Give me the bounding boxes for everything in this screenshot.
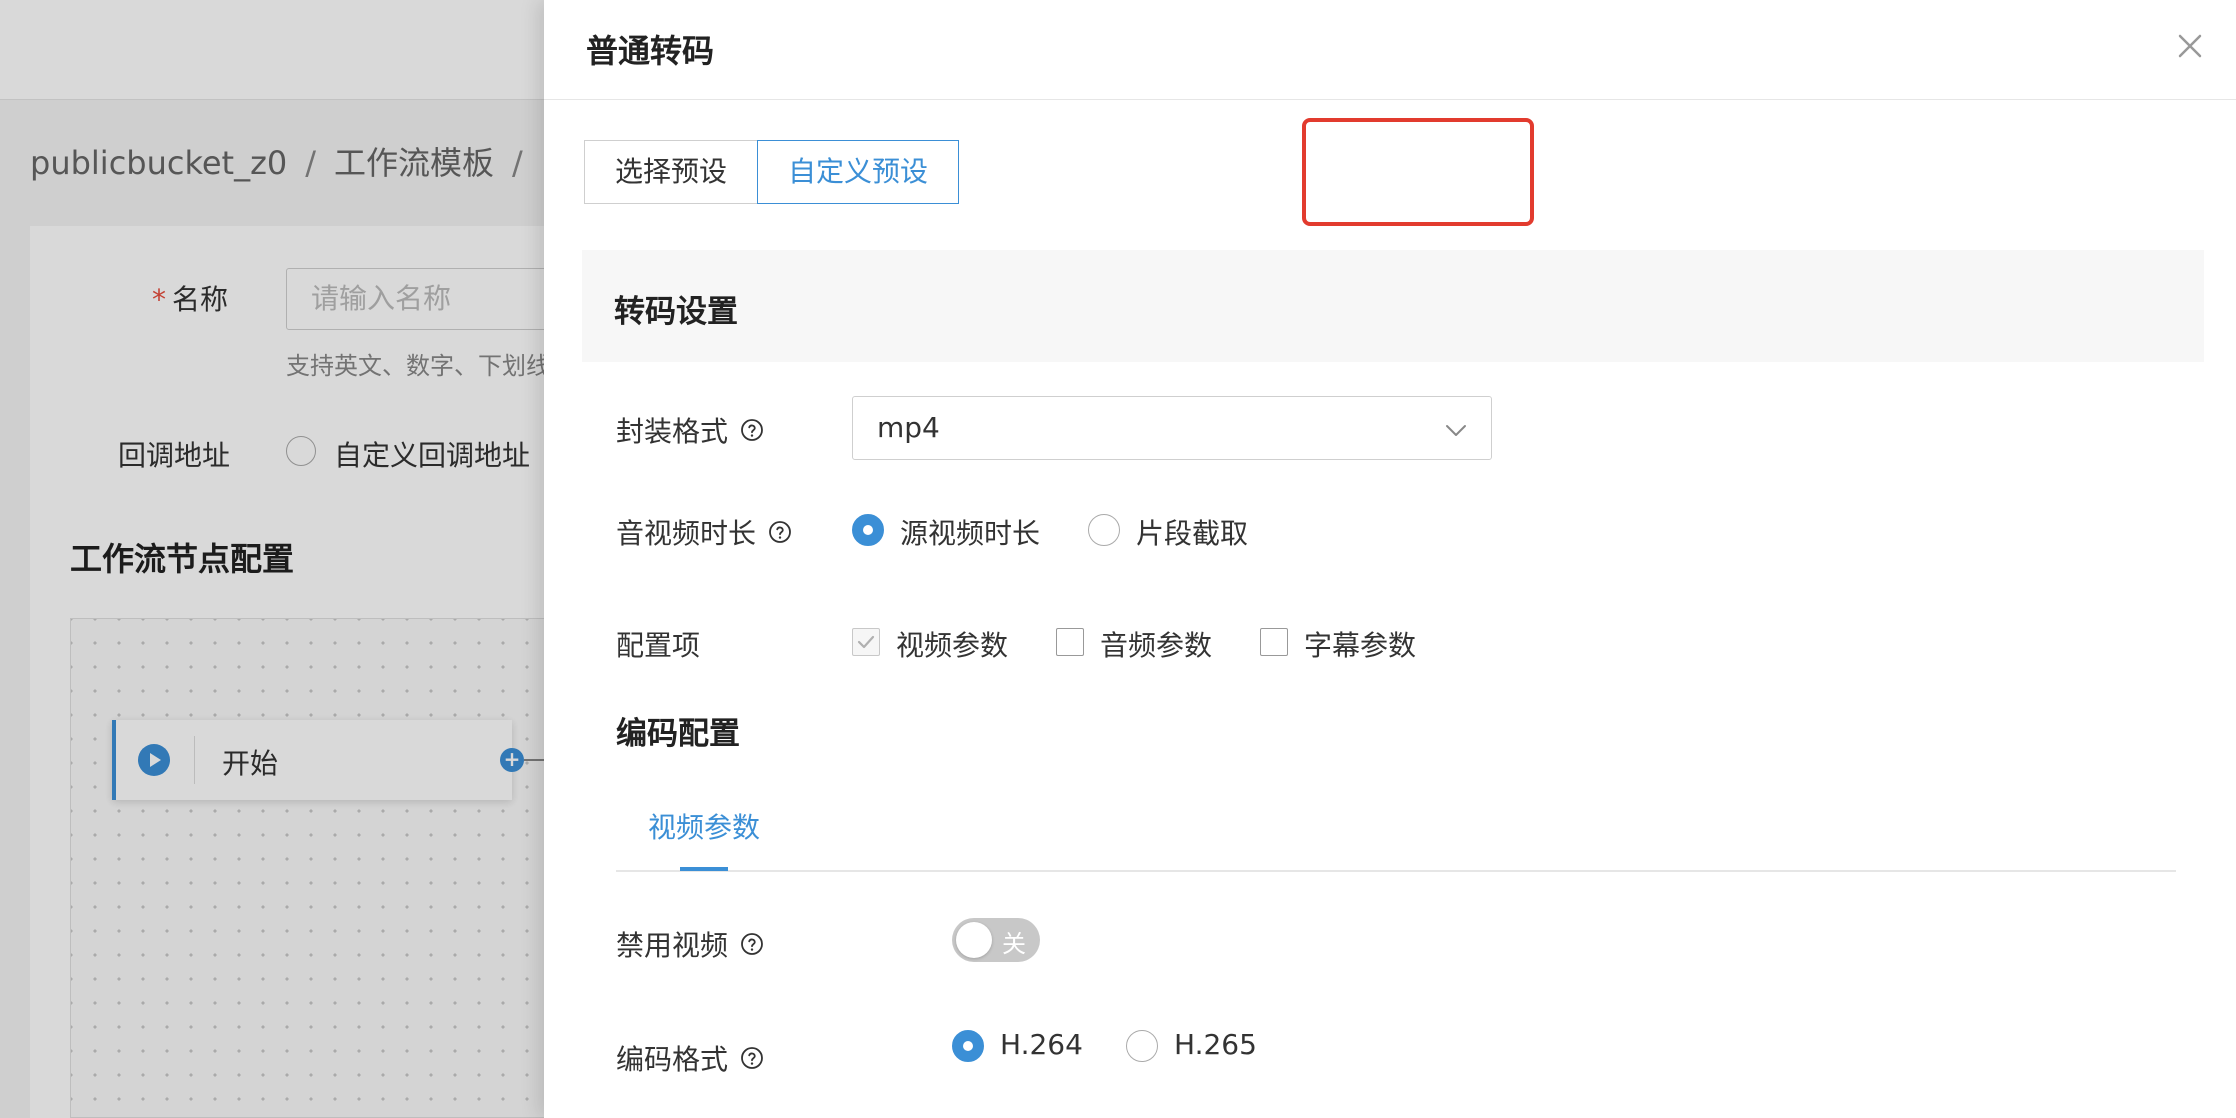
encoding-tabs: 视频参数 [616,800,2176,872]
question-circle-icon[interactable] [740,418,764,442]
checkbox-subtitle-params[interactable] [1260,628,1288,656]
duration-label: 音视频时长 [616,512,792,552]
audio-params-label: 音频参数 [1100,629,1213,662]
checkbox-audio-params[interactable] [1056,628,1084,656]
encoding-config-title: 编码配置 [616,716,740,752]
transcode-settings-header: 转码设置 [582,250,2204,362]
question-circle-icon[interactable] [768,520,792,544]
source-duration-label: 源视频时长 [900,517,1041,550]
config-items-label: 配置项 [616,629,701,662]
chevron-down-icon [1446,425,1466,436]
tab-select-preset[interactable]: 选择预设 [584,140,759,204]
tab-video-params[interactable]: 视频参数 [648,806,760,846]
container-format-value: mp4 [877,411,940,444]
radio-h264[interactable] [952,1030,984,1062]
disable-video-label: 禁用视频 [616,924,764,964]
toggle-off-text: 关 [1002,930,1026,958]
codec-label: 编码格式 [616,1038,764,1078]
clip-duration-label: 片段截取 [1136,517,1249,550]
radio-source-duration[interactable] [852,514,884,546]
question-circle-icon[interactable] [740,932,764,956]
preset-tabs: 选择预设 自定义预设 [584,140,960,204]
checkbox-video-params[interactable] [852,628,880,656]
close-icon[interactable] [2170,26,2210,66]
h264-label: H.264 [1000,1028,1083,1061]
radio-h265[interactable] [1126,1030,1158,1062]
transcode-drawer: 普通转码 选择预设 自定义预设 转码设置 封装格式 mp4 音视频时长 源视频时… [544,0,2236,1118]
disable-video-toggle[interactable]: 关 [952,918,1040,962]
tab-custom-preset[interactable]: 自定义预设 [757,140,960,204]
drawer-header: 普通转码 [544,0,2236,100]
container-format-select[interactable]: mp4 [852,396,1492,460]
container-format-label: 封装格式 [616,410,764,450]
question-circle-icon[interactable] [740,1046,764,1070]
radio-clip-duration[interactable] [1088,514,1120,546]
highlight-box [1302,118,1534,226]
video-params-label: 视频参数 [896,629,1009,662]
toggle-knob [956,922,992,958]
drawer-title: 普通转码 [586,32,715,70]
h265-label: H.265 [1174,1028,1257,1061]
subtitle-params-label: 字幕参数 [1304,629,1417,662]
transcode-settings-title: 转码设置 [614,294,738,330]
active-tab-indicator [680,867,728,871]
